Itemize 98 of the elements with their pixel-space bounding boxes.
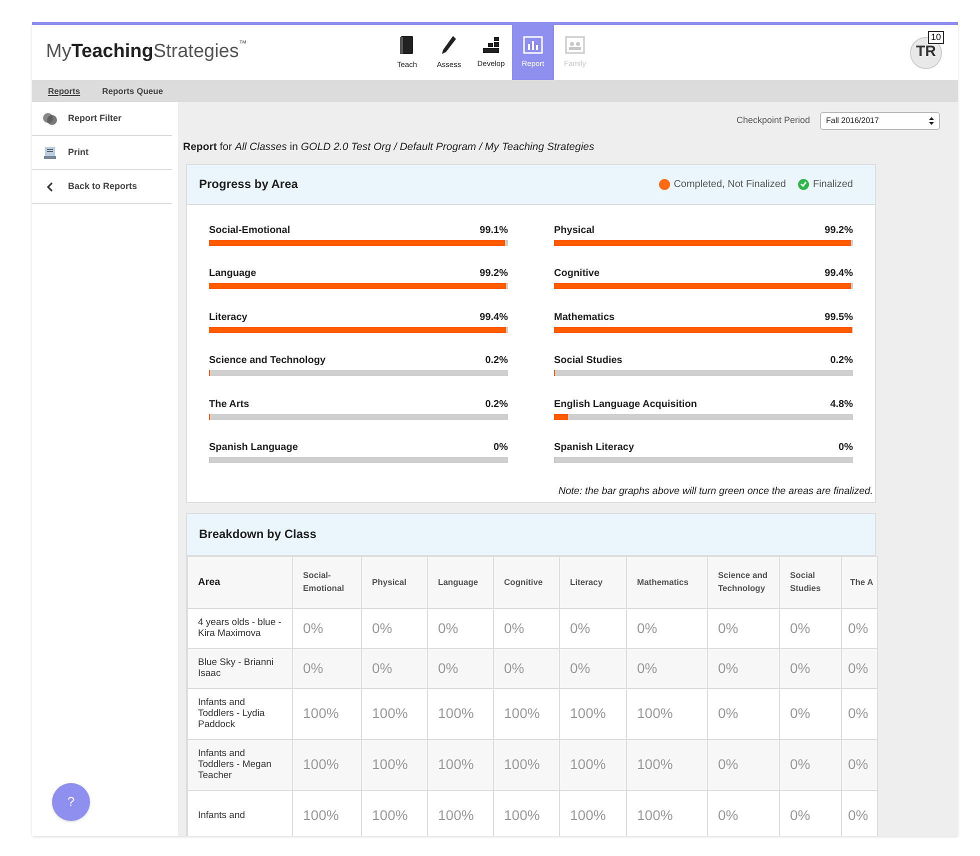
table-cell: 100%	[560, 688, 626, 740]
column-header[interactable]: Mathematics	[626, 556, 708, 608]
area-name: English Language Acquisition	[554, 398, 697, 412]
table-cell: 0%	[428, 608, 494, 648]
area-percent: 0.2%	[485, 398, 508, 412]
table-cell: 0%	[292, 608, 362, 648]
table-cell: 0%	[362, 608, 428, 648]
table-cell: 0%	[780, 608, 842, 648]
area-percent: 99.4%	[480, 310, 508, 325]
area-name: Mathematics	[554, 310, 615, 325]
table-cell: 0%	[780, 648, 842, 688]
panel-title: Progress by Area	[199, 176, 298, 194]
area-name: Language	[209, 267, 256, 282]
class-name-cell: 4 years olds - blue - Kira Maximova	[188, 608, 292, 648]
area-name: Social Studies	[554, 354, 622, 368]
class-name-cell: Infants and Toddlers - Lydia Paddock	[188, 688, 292, 740]
area-name: Cognitive	[554, 267, 600, 282]
table-cell: 100%	[292, 739, 362, 790]
class-name-cell: Infants and	[188, 790, 292, 836]
area-percent: 99.4%	[824, 267, 853, 282]
area-name: Literacy	[209, 310, 248, 325]
area-name: Science and Technology	[209, 354, 326, 368]
column-header[interactable]: Physical	[362, 556, 428, 608]
table-cell: 100%	[626, 688, 708, 740]
table-cell: 100%	[626, 739, 708, 790]
subnav-link[interactable]: Reports Queue	[102, 84, 164, 98]
area-percent: 4.8%	[830, 398, 853, 412]
checkpoint-label: Checkpoint Period	[736, 114, 810, 128]
table-cell: 100%	[428, 688, 494, 740]
printer-icon	[42, 146, 58, 160]
blocks-icon	[482, 36, 500, 54]
column-header[interactable]: Area	[188, 556, 292, 608]
bar-chart-icon	[523, 36, 543, 54]
table-cell: 0%	[362, 648, 428, 688]
column-header[interactable]: Science and Technology	[708, 556, 780, 608]
column-header[interactable]: Language	[428, 556, 494, 608]
panel-title: Breakdown by Class	[199, 526, 316, 544]
table-cell: 100%	[362, 739, 428, 790]
area-percent: 99.2%	[824, 224, 853, 238]
area-percent: 99.1%	[480, 224, 508, 238]
column-header[interactable]: Social Studies	[780, 556, 842, 608]
table-cell: 0%	[494, 648, 560, 688]
table-cell: 0%	[708, 739, 780, 790]
table-cell: 0%	[842, 688, 878, 740]
table-cell: 0%	[708, 648, 780, 688]
legend-label: Finalized	[812, 178, 853, 192]
column-header[interactable]: Literacy	[560, 556, 626, 608]
filter-icon	[42, 112, 58, 126]
table-cell: 0%	[780, 688, 842, 740]
note-text: Note: the bar graphs above will turn green once the areas are finalized.	[557, 484, 874, 499]
area-name: Spanish Literacy	[554, 441, 634, 456]
area-name: Social-Emotional	[209, 224, 290, 238]
area-percent: 99.2%	[480, 267, 508, 282]
subnav-link[interactable]: Reports	[48, 84, 80, 98]
table-cell: 0%	[494, 608, 560, 648]
area-percent: 0%	[838, 441, 853, 456]
logo[interactable]: MyTeachingStrategies™	[46, 38, 386, 67]
table-cell: 100%	[292, 688, 362, 740]
table-cell: 100%	[494, 739, 560, 790]
caret-icon	[929, 117, 934, 125]
checkpoint-select[interactable]: Fall 2016/2017	[820, 112, 940, 130]
class-name-cell: Infants and Toddlers - Megan Teacher	[188, 739, 292, 790]
table-cell: 0%	[780, 739, 842, 790]
notification-badge: 10	[928, 30, 944, 44]
table-cell: 0%	[842, 739, 878, 790]
sidebar-item[interactable]: Report Filter	[32, 102, 172, 136]
area-percent: 0.2%	[830, 354, 853, 368]
pencil-icon	[441, 34, 457, 55]
book-icon	[399, 34, 415, 55]
table-cell: 0%	[428, 648, 494, 688]
column-header[interactable]: Social-Emotional	[292, 556, 362, 608]
area-name: Physical	[554, 224, 595, 238]
legend-label: Completed, Not Finalized	[674, 178, 786, 192]
class-name-cell: Blue Sky - Brianni Isaac	[188, 648, 292, 688]
area-percent: 0.2%	[485, 354, 508, 368]
table-cell: 0%	[560, 608, 626, 648]
column-header[interactable]: The A	[842, 556, 878, 608]
column-header[interactable]: Cognitive	[494, 556, 560, 608]
sidebar-item[interactable]: Print	[32, 136, 172, 170]
table-cell: 100%	[494, 688, 560, 740]
area-percent: 0%	[494, 441, 508, 456]
table-cell: 0%	[626, 608, 708, 648]
area-name: The Arts	[209, 398, 250, 412]
table-cell: 100%	[428, 739, 494, 790]
table-cell: 0%	[708, 688, 780, 740]
table-cell: 0%	[708, 608, 780, 648]
report-scope-text: Report for All Classes in GOLD 2.0 Test Org / Default Program / My Teaching Strategies	[183, 140, 596, 155]
table-cell: 0%	[560, 648, 626, 688]
table-cell: 0%	[842, 608, 878, 648]
table-cell: 0%	[842, 648, 878, 688]
sidebar-item[interactable]: Back to Reports	[32, 170, 172, 204]
table-cell: 100%	[560, 739, 626, 790]
picture-frame-icon	[565, 36, 585, 54]
area-name: Spanish Language	[209, 441, 298, 456]
area-percent: 99.5%	[824, 310, 853, 325]
table-cell: 0%	[292, 648, 362, 688]
table-cell: 0%	[626, 648, 708, 688]
table-cell: 100%	[362, 688, 428, 740]
